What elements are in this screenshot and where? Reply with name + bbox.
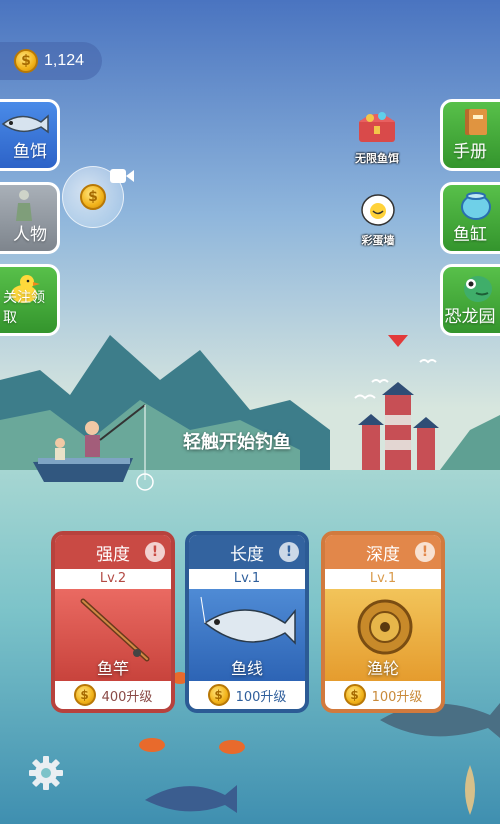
unlimited-bait-button[interactable]: 无限鱼饵 xyxy=(345,106,409,166)
video-camera-icon xyxy=(110,169,134,183)
handbook-button-label: 手册 xyxy=(453,142,487,162)
tap-to-fish-hint[interactable]: 轻触开始钓鱼 xyxy=(183,428,291,454)
fishbowl-button-label: 鱼缸 xyxy=(453,225,487,245)
upgrade-cost: 100升级 xyxy=(235,689,287,705)
upgrade-cost-button[interactable]: $ 100升级 xyxy=(325,681,441,709)
coin-count: 1,124 xyxy=(44,52,85,69)
bait-button[interactable]: 鱼饵 xyxy=(0,99,60,171)
treasure-chest-icon xyxy=(359,112,395,142)
strength-upgrade-card[interactable]: 强度 ! Lv.2 鱼竿 $ 400升级 xyxy=(51,531,175,713)
figure-icon xyxy=(16,190,32,221)
dinosaur-park-button[interactable]: 恐龙园 xyxy=(440,264,500,336)
length-upgrade-card[interactable]: 长度 ! Lv.1 鱼线 $ 100升级 xyxy=(185,531,309,713)
coin-counter: $ 1,124 xyxy=(0,42,102,80)
upgrade-cost-button[interactable]: $ 100升级 xyxy=(189,681,305,709)
character-button-label: 人物 xyxy=(13,225,47,245)
tuna-line-icon xyxy=(200,596,296,645)
coin-icon: $ xyxy=(207,684,230,706)
card-item-name: 渔轮 xyxy=(366,659,399,678)
depth-upgrade-card[interactable]: 深度 ! Lv.1 渔轮 $ 100升级 xyxy=(321,531,445,713)
card-header: 长度 ! xyxy=(189,535,305,569)
easter-egg-wall-label: 彩蛋墙 xyxy=(361,234,395,247)
card-art: 鱼线 xyxy=(189,589,305,681)
card-art: 渔轮 xyxy=(325,589,441,681)
info-icon[interactable]: ! xyxy=(279,542,299,562)
follow-reward-button[interactable]: 关注领取 xyxy=(0,264,60,336)
dinosaur-icon xyxy=(464,276,492,302)
card-level: Lv.1 xyxy=(369,571,397,586)
info-icon[interactable]: ! xyxy=(415,542,435,562)
follow-reward-button-label: 关注领取 xyxy=(3,290,45,326)
card-header: 强度 ! xyxy=(55,535,171,569)
card-title: 强度 xyxy=(96,544,130,565)
upgrade-cost: 400升级 xyxy=(101,689,153,705)
coin-icon: $ xyxy=(14,49,38,73)
character-button[interactable]: 人物 xyxy=(0,182,60,254)
upgrade-cost: 100升级 xyxy=(371,689,423,705)
card-item-name: 鱼竿 xyxy=(96,659,129,678)
book-icon xyxy=(465,109,487,135)
card-title: 长度 xyxy=(230,544,264,565)
card-title: 深度 xyxy=(366,544,400,565)
fishbowl-icon xyxy=(461,192,491,220)
tuna-icon xyxy=(1,114,49,134)
info-icon[interactable]: ! xyxy=(145,542,165,562)
coin-icon: $ xyxy=(73,684,96,706)
fishbowl-button[interactable]: 鱼缸 xyxy=(440,182,500,254)
card-level: Lv.1 xyxy=(233,571,261,586)
card-item-name: 鱼线 xyxy=(230,659,263,678)
easter-egg-wall-button[interactable]: 彩蛋墙 xyxy=(350,192,406,248)
coin-icon: $ xyxy=(343,684,366,706)
dinosaur-park-button-label: 恐龙园 xyxy=(444,307,496,327)
card-header: 深度 ! xyxy=(325,535,441,569)
card-art: 鱼竿 xyxy=(55,589,171,681)
handbook-button[interactable]: 手册 xyxy=(440,99,500,171)
settings-gear-icon[interactable] xyxy=(28,755,64,791)
coin-icon: $ xyxy=(80,184,106,210)
fishing-reel-icon xyxy=(357,599,413,655)
bait-button-label: 鱼饵 xyxy=(13,142,47,162)
card-level: Lv.2 xyxy=(99,571,127,586)
unlimited-bait-label: 无限鱼饵 xyxy=(355,152,399,165)
egg-face-icon xyxy=(361,194,395,226)
upgrade-cost-button[interactable]: $ 400升级 xyxy=(55,681,171,709)
